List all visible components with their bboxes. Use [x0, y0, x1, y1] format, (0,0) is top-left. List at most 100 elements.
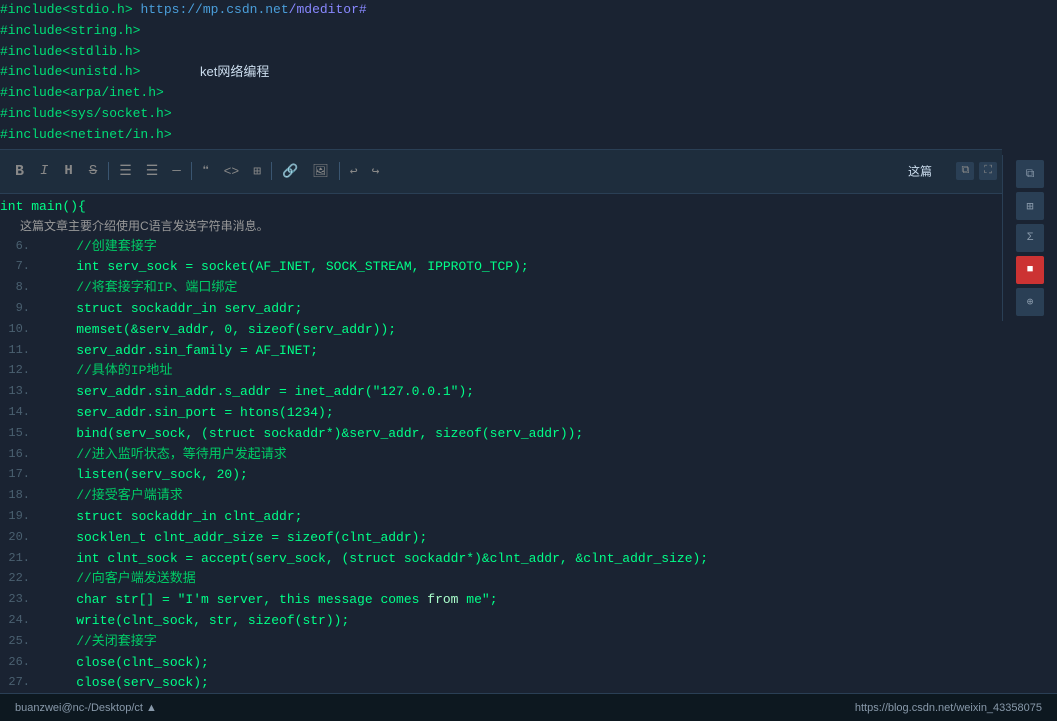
code-comment-2: //将套接字和IP、端口绑定 — [45, 278, 237, 299]
bottom-url[interactable]: https://blog.csdn.net/weixin_43358075 — [855, 702, 1042, 714]
code-line-23: 21. int clnt_sock = accept(serv_sock, (s… — [0, 549, 1002, 570]
code-btn[interactable]: <> — [220, 162, 244, 181]
code-line-27: 25. //关闭套接字 — [0, 632, 1002, 653]
code-struct2: struct sockaddr_in clnt_addr; — [45, 507, 302, 528]
code-text: #include<sys/socket.h> — [0, 104, 172, 125]
line-num-8: 8. — [0, 278, 30, 297]
code-text: #include<netinet/in.h> — [0, 125, 172, 146]
code-charstr: char str[] = "I'm server, this message c… — [45, 590, 498, 611]
code-line-16: 14. serv_addr.sin_port = htons(1234); — [0, 403, 1002, 424]
code-socklen: socklen_t clnt_addr_size = sizeof(clnt_a… — [45, 528, 427, 549]
toolbar-sep-4 — [339, 162, 340, 180]
line-num-7: 7. — [0, 257, 30, 276]
code-port: serv_addr.sin_port = htons(1234); — [45, 403, 334, 424]
code-line-7: #include<netinet/in.h> — [0, 125, 1002, 146]
right-btn-1[interactable]: ⧉ — [1016, 160, 1044, 188]
toolbar-right-icons: ⧉ ⛶ — [956, 162, 997, 180]
code-comment-4: //进入监听状态，等待用户发起请求 — [45, 445, 287, 466]
code-accept: int clnt_sock = accept(serv_sock, (struc… — [45, 549, 708, 570]
line-num-20: 20. — [0, 528, 30, 547]
ul-btn[interactable]: ☰ — [115, 161, 136, 182]
right-btn-4[interactable]: ⊕ — [1016, 288, 1044, 316]
image-btn[interactable]: 🖼 — [308, 162, 333, 181]
toolbar-sep-3 — [271, 162, 272, 180]
code-write: write(clnt_sock, str, sizeof(str)); — [45, 611, 349, 632]
cn-desc: 这篇文章主要介绍使用C语言发送字符串消息。 — [0, 217, 269, 236]
code-line-20: 18. //接受客户端请求 — [0, 486, 1002, 507]
code-editor: #include<stdio.h> https://mp.csdn.net/md… — [0, 0, 1057, 721]
quote-btn[interactable]: ❝ — [198, 162, 214, 181]
right-btn-3[interactable]: Σ — [1016, 224, 1044, 252]
code-line-25: 23. char str[] = "I'm server, this messa… — [0, 590, 1002, 611]
code-line-4: #include<unistd.h> ket网络编程 — [0, 62, 1002, 83]
strikethrough-btn[interactable]: S — [84, 161, 102, 181]
fullscreen-btn[interactable]: ⛶ — [979, 162, 997, 180]
line-num-11: 11. — [0, 341, 30, 360]
code-text: #include<arpa/inet.h> — [0, 83, 164, 104]
line-num-9: 9. — [0, 299, 30, 318]
line-num-16: 16. — [0, 445, 30, 464]
code-comment-5: //接受客户端请求 — [45, 486, 183, 507]
line-num-6: 6. — [0, 237, 30, 256]
line-num-23: 23. — [0, 590, 30, 609]
link-btn[interactable]: 🔗 — [278, 162, 302, 181]
line-num-18: 18. — [0, 486, 30, 505]
ol-btn[interactable]: ☰ — [142, 161, 163, 182]
table-btn[interactable]: ⊞ — [249, 162, 265, 181]
code-line-15: 13. serv_addr.sin_addr.s_addr = inet_add… — [0, 382, 1002, 403]
code-bind: bind(serv_sock, (struct sockaddr*)&serv_… — [45, 424, 583, 445]
undo-btn[interactable]: ↩ — [346, 162, 362, 181]
right-btn-active[interactable]: ■ — [1016, 256, 1044, 284]
bottom-bar: buanzwei@nc-/Desktop/ct ▲ https://blog.c… — [0, 693, 1057, 721]
code-line-main: int main(){ — [0, 197, 1002, 218]
code-comment-3: //具体的IP地址 — [45, 361, 172, 382]
code-line-1: #include<stdio.h> https://mp.csdn.net/md… — [0, 0, 1002, 21]
code-line-18: 16. //进入监听状态，等待用户发起请求 — [0, 445, 1002, 466]
code-comment-6: //向客户端发送数据 — [45, 569, 196, 590]
code-line-12: 10. memset(&serv_addr, 0, sizeof(serv_ad… — [0, 320, 1002, 341]
code-line-28: 26. close(clnt_sock); — [0, 653, 1002, 674]
line-num-17: 17. — [0, 465, 30, 484]
line-num-27: 27. — [0, 673, 30, 691]
line-num-24: 24. — [0, 611, 30, 630]
cn-title: ket网络编程 — [200, 62, 269, 83]
code-line-5: #include<arpa/inet.h> — [0, 83, 1002, 104]
code-line-19: 17. listen(serv_sock, 20); — [0, 465, 1002, 486]
italic-btn[interactable]: I — [35, 161, 53, 181]
code-line-26: 24. write(clnt_sock, str, sizeof(str)); — [0, 611, 1002, 632]
code-line-2: #include<string.h> — [0, 21, 1002, 42]
bold-btn[interactable]: B — [10, 161, 29, 182]
right-btn-2[interactable]: ⊞ — [1016, 192, 1044, 220]
toolbar-sep-2 — [191, 162, 192, 180]
code-family: serv_addr.sin_family = AF_INET; — [45, 341, 318, 362]
redo-btn[interactable]: ↪ — [368, 162, 384, 181]
code-struct1: struct sockaddr_in serv_addr; — [45, 299, 302, 320]
code-text: #include<string.h> — [0, 21, 140, 42]
code-listen: listen(serv_sock, 20); — [45, 465, 248, 486]
code-line-6: #include<sys/socket.h> — [0, 104, 1002, 125]
code-area: #include<stdio.h> https://mp.csdn.net/md… — [0, 0, 1002, 691]
toolbar-sep-1 — [108, 162, 109, 180]
code-line-29: 27. close(serv_sock); — [0, 673, 1002, 691]
code-line-10: 8. //将套接字和IP、端口绑定 — [0, 278, 1002, 299]
code-text: int main(){ — [0, 197, 86, 218]
line-num-12: 12. — [0, 361, 30, 380]
toolbar-right: 这篇 — [908, 163, 932, 180]
hr-btn[interactable]: — — [168, 161, 184, 181]
terminal-path: buanzwei@nc-/Desktop/ct ▲ — [15, 702, 157, 714]
right-label: 这篇 — [908, 163, 932, 180]
heading-btn[interactable]: H — [59, 161, 77, 181]
line-num-22: 22. — [0, 569, 30, 588]
code-line-9: 7. int serv_sock = socket(AF_INET, SOCK_… — [0, 257, 1002, 278]
code-text: #include<stdlib.h> — [0, 42, 140, 63]
line-num-10: 10. — [0, 320, 30, 339]
code-text: #include<unistd.h> — [0, 62, 140, 83]
line-num-13: 13. — [0, 382, 30, 401]
code-text: #include<stdio.h> https://mp.csdn.net/md… — [0, 0, 367, 21]
code-line-14: 12. //具体的IP地址 — [0, 361, 1002, 382]
line-num-26: 26. — [0, 653, 30, 672]
copy-btn[interactable]: ⧉ — [956, 162, 974, 180]
code-line-8: 6. //创建套接字 — [0, 237, 1002, 258]
code-addr: serv_addr.sin_addr.s_addr = inet_addr("1… — [45, 382, 474, 403]
code-sock: int serv_sock = socket(AF_INET, SOCK_STR… — [45, 257, 529, 278]
